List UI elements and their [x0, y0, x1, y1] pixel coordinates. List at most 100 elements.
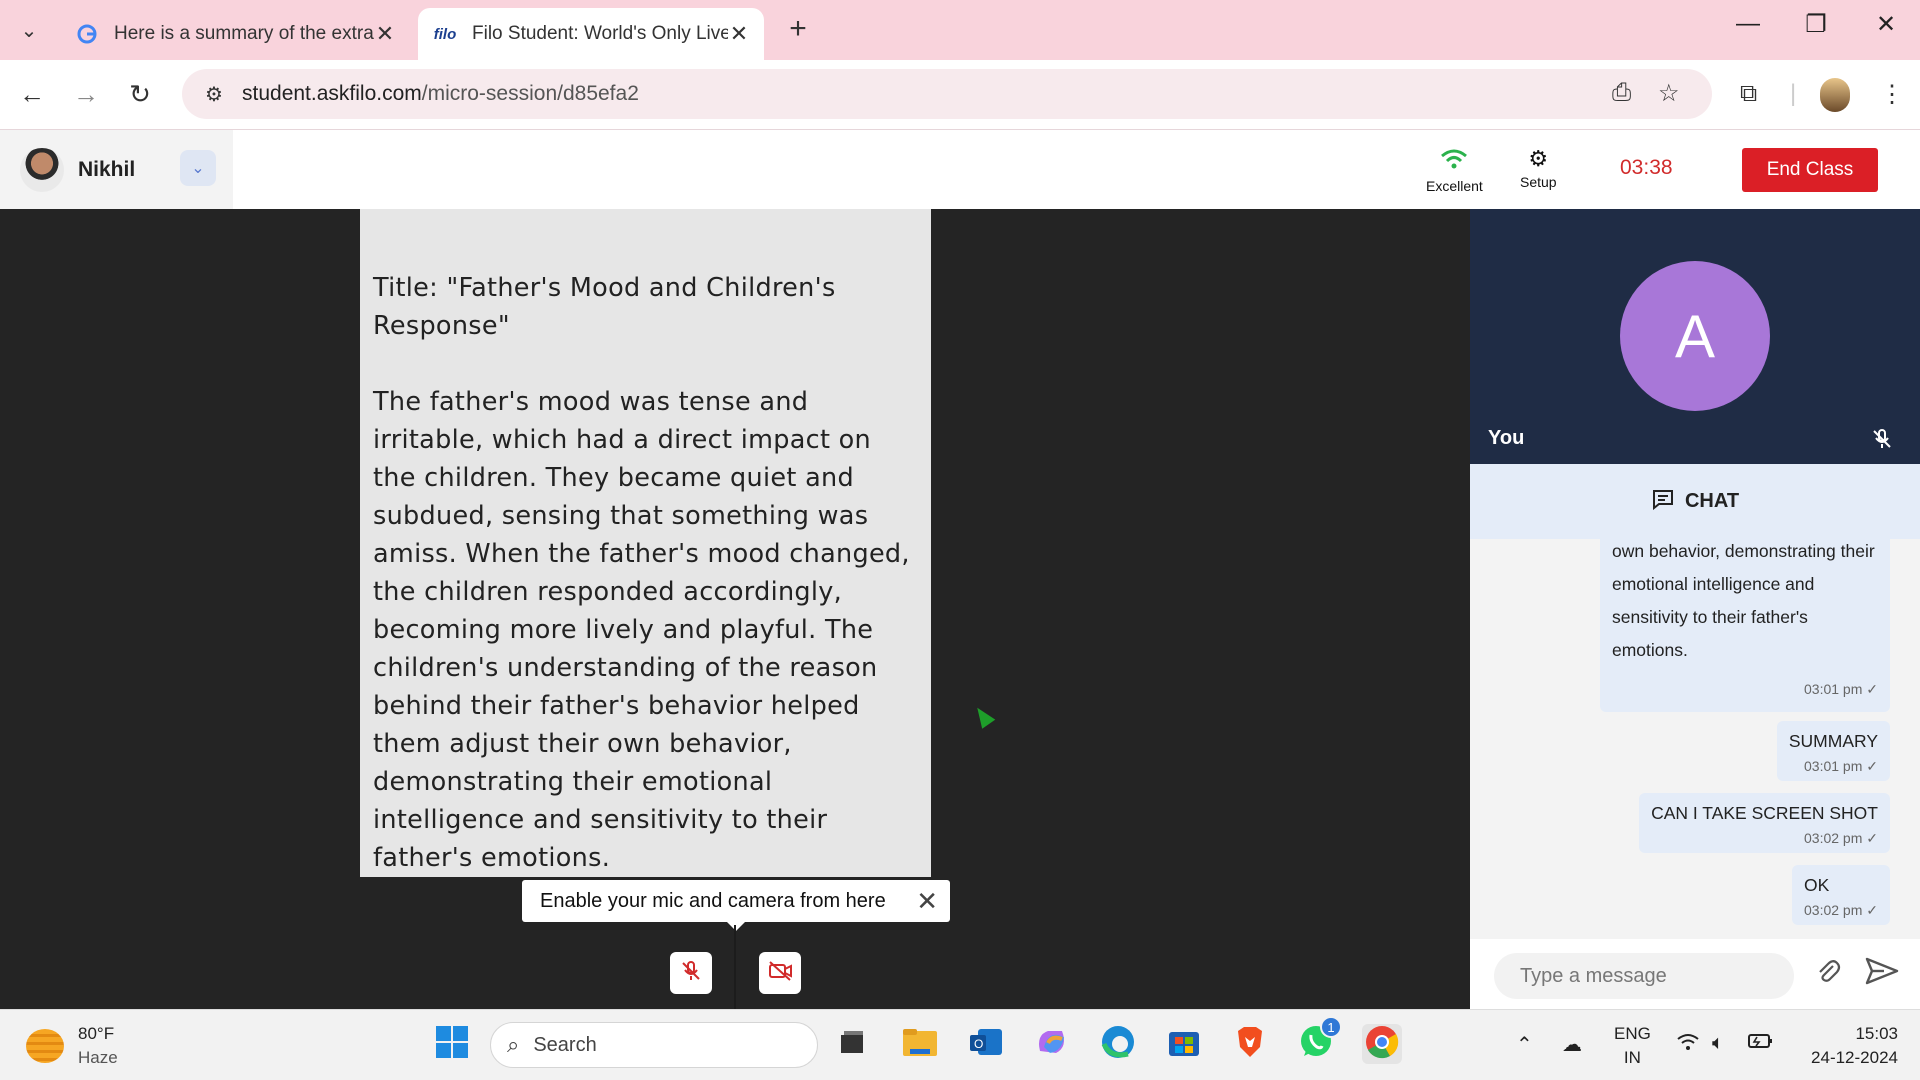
mic-camera-tooltip: Enable your mic and camera from here ✕: [522, 880, 950, 931]
reload-icon: ↻: [129, 78, 151, 109]
chat-message: CAN I TAKE SCREEN SHOT 03:02 pm ✓: [1639, 793, 1890, 853]
filo-favicon-icon: filo: [433, 25, 457, 43]
chat-message: SUMMARY 03:01 pm ✓: [1776, 721, 1890, 781]
chat-composer: Type a message: [1470, 939, 1920, 1009]
end-class-button[interactable]: End Class: [1742, 148, 1878, 192]
volume-icon[interactable]: 🔈︎: [1712, 1032, 1724, 1055]
edge-button[interactable]: [1098, 1024, 1138, 1064]
search-label: Search: [533, 1033, 597, 1056]
wifi-icon: [1426, 148, 1483, 174]
shared-document: Title: "Father's Mood and Children's Res…: [360, 209, 931, 877]
tooltip-arrow: [727, 922, 745, 931]
document-body: The father's mood was tense and irritabl…: [373, 387, 910, 873]
forward-button[interactable]: →: [66, 74, 106, 114]
weather-temp: 80°F: [78, 1024, 115, 1043]
browser-toolbar: ← → ↻ ⚙ student.askfilo.com/micro-sessio…: [0, 60, 1920, 130]
arrow-right-icon: →: [73, 78, 99, 109]
mic-off-icon: [679, 959, 703, 988]
send-button[interactable]: [1864, 955, 1900, 992]
message-input[interactable]: Type a message: [1494, 953, 1794, 999]
mic-toggle-button[interactable]: [670, 952, 712, 994]
user-dropdown-button[interactable]: ⌄: [180, 150, 216, 186]
whatsapp-button[interactable]: 1: [1296, 1016, 1342, 1064]
search-icon: ⌕: [507, 1032, 520, 1057]
region-code: IN: [1623, 1048, 1641, 1067]
network-status: Excellent: [1426, 148, 1483, 194]
restore-button[interactable]: ❐: [1796, 10, 1836, 39]
tab-title: Filo Student: World's Only Live I: [472, 23, 728, 44]
more-menu-icon[interactable]: ⋮: [1880, 80, 1904, 109]
user-avatar: [20, 147, 64, 192]
arrow-left-icon: ←: [19, 78, 45, 109]
back-button[interactable]: ←: [12, 74, 52, 114]
weather-desc: Haze: [78, 1048, 118, 1067]
show-hidden-icons-button[interactable]: ⌃: [1516, 1032, 1533, 1057]
close-tab-icon[interactable]: ✕: [728, 21, 750, 47]
onedrive-icon[interactable]: ☁: [1562, 1032, 1582, 1057]
site-info-icon[interactable]: ⚙: [194, 82, 234, 107]
install-app-icon[interactable]: ⎙: [1612, 79, 1631, 107]
close-tab-icon[interactable]: ✕: [374, 21, 396, 47]
lang-code: ENG: [1614, 1024, 1651, 1043]
weather-widget[interactable]: 80°F Haze: [26, 1022, 118, 1070]
tab-filo-student[interactable]: filo Filo Student: World's Only Live I ✕: [418, 8, 764, 60]
tooltip-text: Enable your mic and camera from here: [540, 889, 886, 912]
taskbar-search[interactable]: ⌕ Search: [490, 1022, 818, 1068]
ms-store-button[interactable]: [1164, 1024, 1204, 1064]
paperclip-icon[interactable]: [1814, 957, 1842, 992]
reload-button[interactable]: ↻: [120, 74, 160, 114]
close-window-button[interactable]: ✕: [1866, 10, 1906, 39]
minimize-button[interactable]: —: [1728, 10, 1768, 38]
wifi-icon[interactable]: [1676, 1032, 1700, 1058]
network-label: Excellent: [1426, 178, 1483, 194]
edge-icon: [1100, 1024, 1136, 1065]
setup-button[interactable]: ⚙ Setup: [1520, 148, 1557, 191]
url-domain: student.askfilo.com: [242, 82, 422, 105]
message-text: CAN I TAKE SCREEN SHOT: [1651, 803, 1878, 823]
new-tab-button[interactable]: +: [782, 12, 814, 46]
chat-header[interactable]: CHAT: [1470, 464, 1920, 539]
battery-icon[interactable]: [1748, 1032, 1774, 1056]
chrome-icon: [1364, 1024, 1400, 1065]
chevron-down-icon: ⌄: [191, 160, 205, 177]
google-favicon-icon: [74, 21, 100, 47]
bookmark-star-icon[interactable]: ☆: [1658, 79, 1680, 108]
tab-google-summary[interactable]: Here is a summary of the extrac ✕: [60, 8, 410, 60]
chat-messages[interactable]: own behavior, demonstrating their emotio…: [1470, 539, 1920, 929]
message-time: 03:01 pm ✓: [1804, 758, 1878, 774]
class-timer: 03:38: [1620, 156, 1673, 179]
copilot-button[interactable]: [1032, 1024, 1072, 1064]
profile-avatar[interactable]: [1820, 78, 1850, 112]
chrome-button[interactable]: [1362, 1024, 1402, 1064]
message-text: SUMMARY: [1788, 731, 1878, 751]
system-clock[interactable]: 15:03 24-12-2024: [1798, 1022, 1898, 1070]
user-card: Nikhil ⌄: [0, 130, 233, 209]
setup-label: Setup: [1520, 174, 1557, 190]
tab-search-button[interactable]: ⌄: [8, 10, 50, 50]
address-bar[interactable]: ⚙ student.askfilo.com/micro-session/d85e…: [182, 69, 1712, 119]
camera-off-icon: [767, 959, 793, 988]
close-icon[interactable]: ✕: [916, 886, 938, 917]
outlook-icon: O: [968, 1026, 1004, 1063]
toolbar-divider: |: [1790, 80, 1797, 107]
extensions-icon[interactable]: ⧉: [1740, 80, 1757, 108]
input-language[interactable]: ENG IN: [1614, 1022, 1651, 1070]
camera-toggle-button[interactable]: [759, 952, 801, 994]
brave-lion-icon: [1234, 1025, 1266, 1064]
whiteboard-stage: Title: "Father's Mood and Children's Res…: [0, 209, 1470, 1009]
url-text: student.askfilo.com/micro-session/d85efa…: [242, 82, 639, 106]
message-text: OK: [1804, 875, 1830, 895]
task-view-button[interactable]: [832, 1024, 872, 1064]
windows-logo-icon: [435, 1025, 469, 1064]
windows-start-button[interactable]: [432, 1024, 472, 1064]
brave-button[interactable]: [1230, 1024, 1270, 1064]
file-explorer-button[interactable]: [900, 1024, 940, 1064]
browser-tab-strip: ⌄ Here is a summary of the extrac ✕ filo…: [0, 0, 1920, 60]
outlook-button[interactable]: O: [966, 1024, 1006, 1064]
svg-text:O: O: [974, 1037, 983, 1051]
message-text: own behavior, demonstrating their emotio…: [1612, 541, 1875, 660]
participant-avatar: A: [1620, 261, 1770, 411]
side-panel: A You CHAT own behavior, demonstrating t…: [1470, 209, 1920, 1009]
chat-header-label: CHAT: [1684, 490, 1740, 512]
url-path: /micro-session/d85efa2: [421, 82, 639, 105]
